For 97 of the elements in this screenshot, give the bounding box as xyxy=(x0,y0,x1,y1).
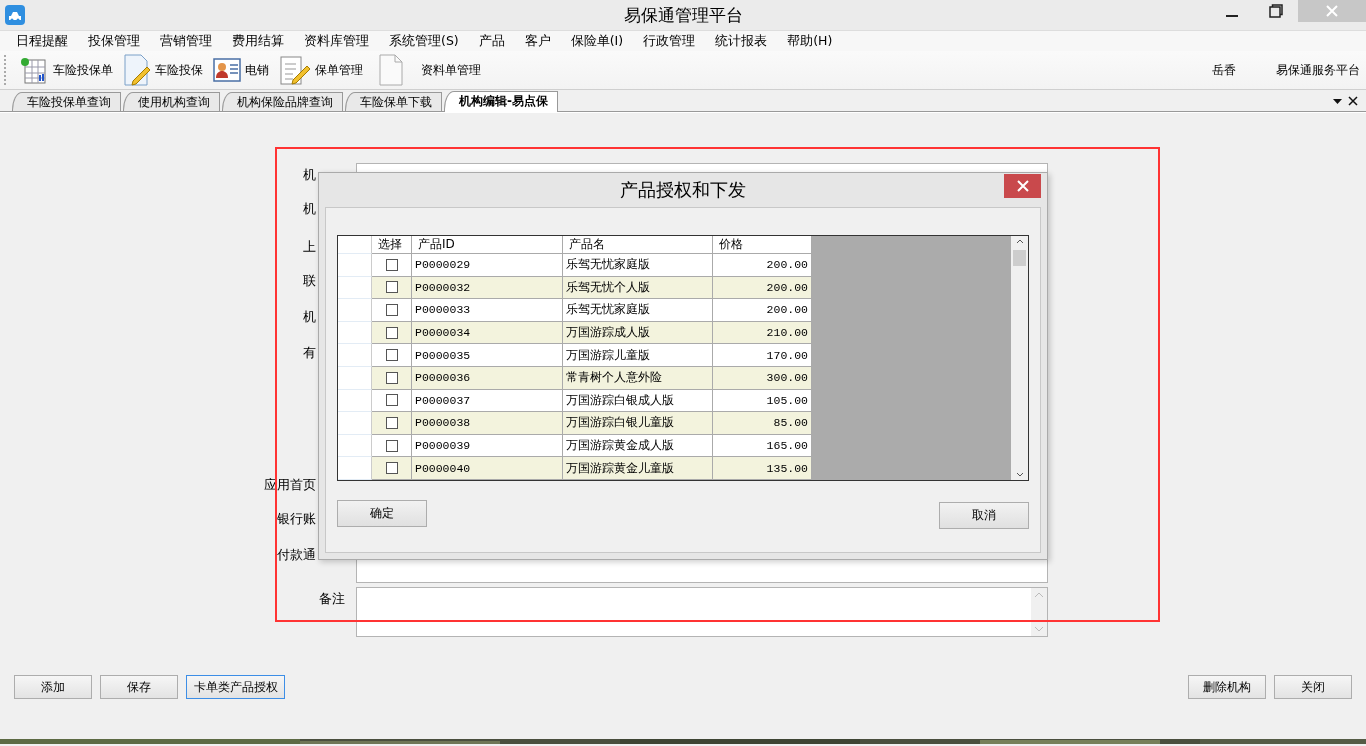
action-button[interactable]: 保存 xyxy=(100,675,178,699)
close-icon[interactable] xyxy=(1348,95,1358,106)
field-label: 备注 xyxy=(318,590,345,608)
menu-item[interactable]: 保险单(I) xyxy=(560,32,634,50)
tab[interactable]: 机构保险品牌查询 xyxy=(222,92,343,111)
document-pencil-icon xyxy=(123,54,151,86)
blank-page-icon xyxy=(379,54,403,86)
table-cell: 200.00 xyxy=(713,254,812,277)
table-cell: 万国游踪白银儿童版 xyxy=(563,412,713,435)
column-header[interactable]: 选择 xyxy=(372,236,412,254)
dialog-button[interactable]: 确定 xyxy=(337,500,427,527)
close-icon xyxy=(1016,180,1029,192)
field-label: 付款通 xyxy=(276,546,316,564)
menu-item[interactable]: 产品 xyxy=(468,32,515,50)
table-cell: 乐驾无忧家庭版 xyxy=(563,254,713,277)
restore-icon xyxy=(1269,4,1283,18)
checkbox[interactable] xyxy=(385,326,398,339)
action-button[interactable]: 关闭 xyxy=(1274,675,1352,699)
toolbar-button[interactable]: 资料单管理 xyxy=(374,53,486,87)
field-label: 上 xyxy=(302,238,316,256)
tab[interactable]: 车险投保单查询 xyxy=(12,92,121,111)
scrollbar[interactable] xyxy=(1031,588,1047,636)
column-header[interactable]: 价格 xyxy=(713,236,812,254)
dialog-title: 产品授权和下发 xyxy=(620,178,746,202)
table-cell: 300.00 xyxy=(713,366,812,390)
toolbar-button[interactable]: 电销 xyxy=(208,53,274,87)
field-label: 机 xyxy=(302,166,316,184)
column-header[interactable]: 产品名 xyxy=(563,236,713,254)
table-cell: P0000040 xyxy=(412,457,563,480)
action-button[interactable]: 添加 xyxy=(14,675,92,699)
tab[interactable]: 机构编辑-易点保 xyxy=(444,91,558,112)
table-cell: P0000029 xyxy=(412,254,563,277)
menu-item[interactable]: 帮助(H) xyxy=(777,32,843,50)
menu-item[interactable]: 费用结算 xyxy=(222,32,294,50)
field-label: 银行账 xyxy=(276,510,316,528)
toolbar-button[interactable]: 车险投保单 xyxy=(14,53,118,87)
close-button[interactable] xyxy=(1004,174,1041,198)
table-cell: 万国游踪成人版 xyxy=(563,321,713,345)
app-logo-icon xyxy=(5,5,25,25)
menu-item[interactable]: 统计报表 xyxy=(705,32,778,50)
table-cell: 万国游踪儿童版 xyxy=(563,344,713,367)
checkbox[interactable] xyxy=(385,416,398,429)
menu-item[interactable]: 客户 xyxy=(514,32,561,50)
checkbox[interactable] xyxy=(385,462,398,475)
row-header xyxy=(338,236,372,254)
table-cell: 200.00 xyxy=(713,299,812,322)
checkbox[interactable] xyxy=(385,371,398,384)
remarks-field[interactable] xyxy=(356,587,1048,637)
field-label: 机 xyxy=(302,200,316,218)
table-cell: 200.00 xyxy=(713,276,812,300)
minimize-icon xyxy=(1226,15,1238,17)
contact-card-icon xyxy=(213,58,241,82)
field-label: 有 xyxy=(302,344,316,362)
menu-item[interactable]: 投保管理 xyxy=(78,32,150,50)
table-cell: 85.00 xyxy=(713,412,812,435)
dialog-button[interactable]: 取消 xyxy=(939,502,1029,529)
checkbox[interactable] xyxy=(385,304,398,316)
column-header[interactable]: 产品ID xyxy=(412,236,563,254)
field-label: 机 xyxy=(302,308,316,326)
menu-item[interactable]: 日程提醒 xyxy=(6,32,78,50)
table-cell: P0000038 xyxy=(412,412,563,435)
table-cell: P0000036 xyxy=(412,366,563,390)
table-cell: 乐驾无忧个人版 xyxy=(563,276,713,300)
menu-item[interactable]: 系统管理(S) xyxy=(379,32,469,50)
checkbox[interactable] xyxy=(385,281,398,294)
tab[interactable]: 车险保单下载 xyxy=(345,92,442,111)
user-name: 岳香 xyxy=(1212,61,1236,79)
clipboard-pencil-icon xyxy=(279,54,311,86)
menu-item[interactable]: 行政管理 xyxy=(633,32,706,50)
table-cell: 乐驾无忧家庭版 xyxy=(563,299,713,322)
menu-item[interactable]: 资料库管理 xyxy=(294,32,379,50)
table-cell: P0000035 xyxy=(412,344,563,367)
table-cell: 210.00 xyxy=(713,321,812,345)
table-cell: P0000034 xyxy=(412,321,563,345)
scrollbar[interactable] xyxy=(1011,236,1028,480)
close-icon xyxy=(1325,4,1339,18)
scroll-thumb[interactable] xyxy=(1013,250,1026,266)
checkbox[interactable] xyxy=(385,349,398,362)
tab[interactable]: 使用机构查询 xyxy=(123,92,220,111)
table-cell: P0000033 xyxy=(412,299,563,322)
table-cell: P0000032 xyxy=(412,276,563,300)
toolbar-button[interactable]: 保单管理 xyxy=(274,53,368,87)
action-button[interactable]: 卡单类产品授权 xyxy=(186,675,285,699)
field-label: 联 xyxy=(302,272,316,290)
spreadsheet-icon xyxy=(19,55,49,85)
window-title: 易保通管理平台 xyxy=(623,5,743,25)
menu-item[interactable]: 营销管理 xyxy=(150,32,222,50)
platform-link[interactable]: 易保通服务平台 xyxy=(1276,61,1360,79)
toolbar-button[interactable]: 车险投保 xyxy=(118,53,208,87)
checkbox[interactable] xyxy=(385,258,398,271)
table-cell: 170.00 xyxy=(713,344,812,367)
table-cell: 135.00 xyxy=(713,457,812,480)
action-button[interactable]: 删除机构 xyxy=(1188,675,1266,699)
table-cell: 常青树个人意外险 xyxy=(563,366,713,390)
checkbox[interactable] xyxy=(385,394,398,407)
checkbox[interactable] xyxy=(385,439,398,452)
table-cell: 万国游踪黄金儿童版 xyxy=(563,457,713,480)
